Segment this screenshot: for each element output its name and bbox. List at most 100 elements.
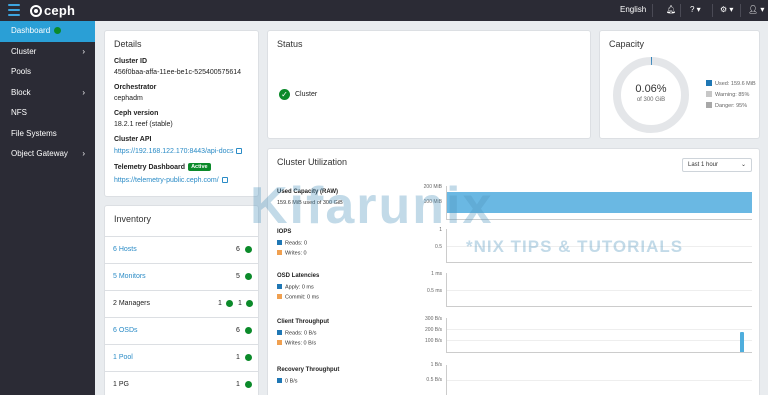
sidebar-item-label: Block — [11, 87, 31, 97]
divider — [740, 4, 741, 17]
ceph-logo-icon — [30, 5, 42, 17]
throughput-spike — [740, 332, 744, 352]
time-range-value: Last 1 hour — [688, 162, 719, 168]
tick-label: 100 MiB — [423, 199, 442, 205]
gridline — [447, 340, 752, 341]
tick-label: 0.5 B/s — [426, 377, 442, 383]
capacity-percent: 0.06% — [635, 83, 667, 95]
cluster-api-link[interactable]: https://192.168.122.170:8443/api-docs — [114, 148, 243, 155]
inventory-row-pools: 1 Pool 1 — [105, 344, 259, 371]
cluster-id-value: 456f0baa-affa-11ee-be1c-525400575614 — [114, 69, 242, 76]
chevron-down-icon: ⌄ — [740, 162, 746, 168]
user-icon[interactable]: 👤︎ ▾ — [748, 5, 764, 14]
sidebar-item-label: Dashboard — [11, 26, 51, 35]
ceph-logo[interactable]: ceph — [30, 3, 75, 18]
divider — [680, 4, 681, 17]
brand-name: ceph — [44, 3, 76, 18]
recovery-rate: 0 B/s — [277, 378, 298, 385]
iops-writes-value: Writes: 0 — [285, 250, 307, 257]
legend-swatch — [277, 294, 282, 299]
cluster-id-label: Cluster ID — [114, 58, 148, 65]
telemetry-label-text: Telemetry Dashboard — [114, 164, 186, 171]
throughput-writes: Writes: 0 B/s — [277, 340, 316, 347]
orchestrator-label: Orchestrator — [114, 84, 157, 91]
standby-icon — [246, 300, 253, 307]
gridline — [447, 380, 752, 381]
hosts-link[interactable]: 6 Hosts — [113, 246, 137, 253]
pgs-label: 1 PG — [113, 381, 129, 388]
sidebar-item-label: Object Gateway — [11, 149, 68, 158]
iops-plot — [446, 229, 752, 263]
recovery-rate-value: 0 B/s — [285, 378, 298, 385]
managers-label: 2 Managers — [113, 300, 150, 307]
telemetry-link[interactable]: https://telemetry-public.ceph.com/ — [114, 177, 228, 184]
status-card: Status ✓ Cluster — [267, 30, 591, 139]
legend-danger: Danger: 95% — [706, 102, 747, 109]
monitors-link[interactable]: 5 Monitors — [113, 273, 146, 280]
managers-active-count: 1 — [218, 300, 222, 307]
chevron-right-icon: › — [82, 149, 85, 158]
sidebar-item-cluster[interactable]: Cluster › — [0, 42, 95, 63]
notifications-bell-icon[interactable]: 🔔︎ — [666, 5, 676, 14]
orchestrator-value: cephadm — [114, 95, 143, 102]
capacity-title: Capacity — [609, 39, 645, 49]
legend-swatch — [277, 240, 282, 245]
chevron-right-icon: › — [82, 87, 85, 97]
legend-swatch — [277, 284, 282, 289]
throughput-reads-value: Reads: 0 B/s — [285, 330, 317, 337]
iops-reads-value: Reads: 0 — [285, 240, 308, 247]
osd-latencies-title: OSD Latencies — [277, 273, 320, 279]
sidebar-item-pools[interactable]: Pools — [0, 62, 95, 83]
legend-swatch — [706, 80, 712, 86]
time-range-select[interactable]: Last 1 hour ⌄ — [682, 158, 752, 172]
external-link-icon — [221, 177, 228, 183]
used-capacity-value: 159.6 MiB used of 300 GiB — [277, 200, 343, 206]
latency-apply: Apply: 0 ms — [277, 284, 314, 291]
help-icon[interactable]: ? ▾ — [690, 5, 701, 14]
throughput-reads: Reads: 0 B/s — [277, 330, 317, 337]
divider — [712, 4, 713, 17]
inventory-card: Inventory 6 Hosts 6 5 Monitors 5 2 Manag… — [104, 205, 259, 395]
monitors-count: 5 — [236, 273, 240, 280]
inventory-row-pgs: 1 PG 1 — [105, 371, 259, 395]
legend-swatch — [277, 340, 282, 345]
inventory-row-monitors: 5 Monitors 5 — [105, 263, 259, 290]
gridline — [447, 290, 752, 291]
cluster-api-url[interactable]: https://192.168.122.170:8443/api-docs — [114, 148, 233, 155]
tick-label: 200 MiB — [423, 184, 442, 190]
telemetry-active-badge: Active — [188, 163, 211, 171]
sidebar-item-block[interactable]: Block › — [0, 83, 95, 104]
chevron-right-icon: › — [82, 46, 85, 56]
external-link-icon — [236, 148, 243, 154]
inventory-row-hosts: 6 Hosts 6 — [105, 236, 259, 263]
telemetry-url[interactable]: https://telemetry-public.ceph.com/ — [114, 177, 219, 184]
sidebar-item-file-systems[interactable]: File Systems — [0, 124, 95, 145]
menu-toggle-icon[interactable] — [8, 4, 20, 16]
check-circle-icon: ✓ — [279, 89, 290, 100]
ok-check-icon — [226, 300, 233, 307]
language-selector[interactable]: English — [620, 5, 646, 14]
legend-swatch — [277, 330, 282, 335]
pools-count: 1 — [236, 354, 240, 361]
cluster-status-link[interactable]: Cluster — [295, 91, 317, 98]
managers-standby-count: 1 — [238, 300, 242, 307]
pools-link[interactable]: 1 Pool — [113, 354, 133, 361]
sidebar-item-nfs[interactable]: NFS — [0, 103, 95, 124]
sidebar-item-object-gateway[interactable]: Object Gateway › — [0, 144, 95, 165]
settings-gear-icon[interactable]: ⚙ ▾ — [720, 5, 733, 14]
sidebar-item-label: Cluster — [11, 46, 37, 56]
osds-link[interactable]: 6 OSDs — [113, 327, 138, 334]
legend-used: Used: 159.6 MiB — [706, 80, 756, 87]
used-capacity-title: Used Capacity (RAW) — [277, 189, 339, 195]
cluster-utilization-card: Cluster Utilization Last 1 hour ⌄ Used Ca… — [267, 148, 760, 395]
latency-commit-value: Commit: 0 ms — [285, 294, 319, 301]
sidebar-item-dashboard[interactable]: Dashboard — [0, 21, 95, 42]
tick-label: 1 ms — [431, 271, 442, 277]
status-title: Status — [277, 39, 303, 49]
inventory-title: Inventory — [114, 214, 152, 224]
legend-swatch — [706, 102, 712, 108]
utilization-title: Cluster Utilization — [277, 157, 348, 167]
legend-swatch — [277, 250, 282, 255]
legend-warning: Warning: 85% — [706, 91, 749, 98]
sidebar: Dashboard Cluster › Pools Block › NFS File… — [0, 21, 95, 395]
